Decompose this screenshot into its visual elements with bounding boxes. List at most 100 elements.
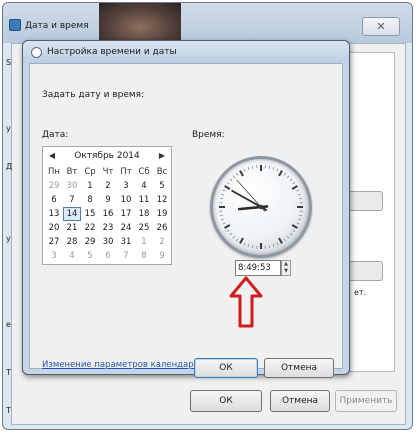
calendar-day[interactable]: 16 — [99, 207, 117, 221]
previous-month-icon[interactable]: ◀ — [47, 150, 57, 161]
apply-button[interactable]: Применить — [335, 390, 397, 412]
calendar-day[interactable]: 5 — [81, 249, 99, 263]
weekday-header: Вт — [66, 167, 78, 177]
minute-tick — [243, 242, 246, 246]
calendar-day[interactable]: 13 — [45, 207, 63, 221]
calendar-day[interactable]: 28 — [63, 235, 81, 249]
calendar-day[interactable]: 24 — [117, 221, 135, 235]
minute-tick — [247, 243, 250, 248]
outer-titlebar: Дата и время ✕ — [3, 3, 412, 43]
calendar-day[interactable]: 8 — [81, 193, 99, 207]
minute-tick — [232, 175, 236, 179]
outer-snippet: S — [6, 58, 12, 67]
spin-up-icon[interactable]: ▲ — [282, 261, 290, 268]
outer-ok-button[interactable]: ОК — [190, 390, 262, 412]
calendar-day[interactable]: 30 — [99, 235, 117, 249]
calendar-day[interactable]: 22 — [81, 221, 99, 235]
calendar-day[interactable]: 1 — [135, 235, 153, 249]
spin-down-icon[interactable]: ▼ — [282, 268, 290, 275]
calendar-day[interactable]: 12 — [153, 193, 171, 207]
minute-tick — [276, 168, 279, 172]
calendar-day[interactable]: 21 — [63, 221, 81, 235]
hour-tick — [239, 237, 244, 244]
date-label: Дата: — [42, 130, 69, 140]
calendar-day[interactable]: 27 — [45, 235, 63, 249]
calendar-day[interactable]: 31 — [117, 235, 135, 249]
minute-tick — [268, 245, 271, 249]
minute-tick — [247, 166, 250, 171]
cancel-button[interactable]: Отмена — [264, 358, 334, 378]
calendar-day[interactable]: 17 — [117, 207, 135, 221]
calendar-day[interactable]: 23 — [99, 221, 117, 235]
minute-tick — [251, 165, 254, 169]
calendar-day[interactable]: 25 — [135, 221, 153, 235]
minute-tick — [232, 235, 236, 239]
outer-snippet: у — [6, 234, 11, 243]
minute-tick — [235, 172, 239, 176]
clock-app-icon — [9, 19, 21, 31]
calendar-day[interactable]: 3 — [45, 249, 63, 263]
calendar-month-title[interactable]: Октябрь 2014 — [59, 151, 155, 161]
outer-cancel-button[interactable]: Отмена — [270, 390, 330, 412]
ok-button[interactable]: ОК — [194, 358, 258, 378]
calendar-day[interactable]: 3 — [117, 179, 135, 193]
clock-center-pin — [258, 204, 264, 210]
minute-tick — [226, 181, 230, 185]
calendar-day[interactable]: 30 — [63, 179, 81, 193]
time-spinner[interactable]: ▲ ▼ — [281, 260, 291, 276]
calendar-day[interactable]: 4 — [135, 179, 153, 193]
dialog-titlebar: Настройка времени и даты — [23, 41, 349, 63]
hour-tick — [278, 170, 283, 177]
red-up-arrow-annotation — [229, 276, 263, 328]
calendar-day[interactable]: 4 — [63, 249, 81, 263]
calendar-day[interactable]: 8 — [135, 249, 153, 263]
minute-tick — [243, 168, 246, 172]
calendar-day[interactable]: 11 — [135, 193, 153, 207]
calendar-day[interactable]: 6 — [99, 249, 117, 263]
time-input[interactable]: 8:49:53 — [235, 260, 281, 276]
minute-tick — [235, 238, 239, 242]
calendar-day-grid: Пн Вт Ср Чт Пт Сб Вс 29 30 1 2 3 4 5 6 7 8 9 10 11 12 13 14 15 1… — [45, 165, 171, 263]
minute-tick — [229, 178, 233, 182]
calendar-day[interactable]: 1 — [81, 179, 99, 193]
dialog-body: Задать дату и время: Дата: Время: ◀ Октя… — [29, 63, 343, 378]
calendar-day[interactable]: 20 — [45, 221, 63, 235]
calendar-day[interactable]: 9 — [153, 249, 171, 263]
calendar-day[interactable]: 7 — [117, 249, 135, 263]
calendar-settings-link[interactable]: Изменение параметров календаря — [42, 360, 199, 370]
outer-snippet: Д — [6, 162, 13, 171]
calendar-day[interactable]: 10 — [117, 193, 135, 207]
minute-tick — [286, 235, 290, 239]
calendar-day[interactable]: 18 — [135, 207, 153, 221]
next-month-icon[interactable]: ▶ — [157, 150, 167, 161]
analog-clock — [210, 156, 312, 258]
calendar-header: ◀ Октябрь 2014 ▶ — [43, 147, 171, 164]
calendar-day[interactable]: 2 — [99, 179, 117, 193]
outer-snippet: е — [6, 320, 11, 329]
minute-tick — [296, 222, 300, 225]
calendar-day[interactable]: 7 — [63, 193, 81, 207]
minute-tick — [220, 218, 225, 221]
minute-tick — [219, 197, 223, 200]
hour-tick — [291, 185, 298, 190]
close-button[interactable]: ✕ — [362, 17, 400, 36]
calendar-day[interactable]: 29 — [45, 179, 63, 193]
desktop-background-photo — [99, 3, 181, 43]
calendar-day[interactable]: 9 — [99, 193, 117, 207]
outer-snippet: Т — [6, 368, 11, 377]
minute-tick — [297, 193, 302, 196]
calendar-day[interactable]: 5 — [153, 179, 171, 193]
minute-tick — [292, 229, 296, 233]
minute-tick — [299, 197, 303, 200]
time-label: Время: — [192, 130, 225, 140]
calendar-day[interactable]: 29 — [81, 235, 99, 249]
outer-snippet: ет. — [354, 288, 367, 297]
minute-tick — [220, 193, 225, 196]
calendar-day[interactable]: 14 — [63, 207, 81, 221]
calendar-day[interactable]: 19 — [153, 207, 171, 221]
calendar-day[interactable]: 26 — [153, 221, 171, 235]
calendar-day[interactable]: 15 — [81, 207, 99, 221]
calendar-day[interactable]: 6 — [45, 193, 63, 207]
calendar-day[interactable]: 2 — [153, 235, 171, 249]
date-time-settings-dialog: Настройка времени и даты Задать дату и в… — [22, 40, 350, 378]
